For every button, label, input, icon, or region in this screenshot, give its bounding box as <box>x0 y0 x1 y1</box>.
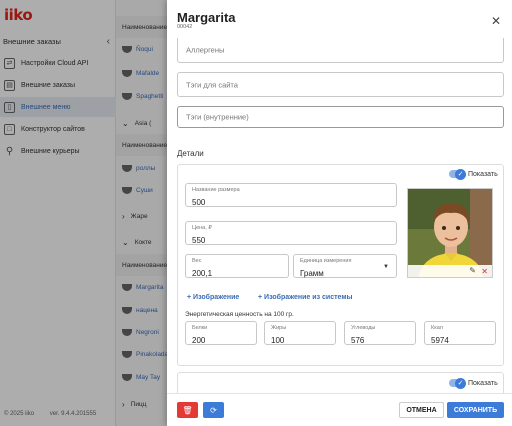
toggle-track: ✓ <box>449 168 466 180</box>
delete-button[interactable]: 🗑 <box>177 402 198 418</box>
unit-select[interactable]: Единица измерения Грамм ▼ <box>293 254 397 278</box>
carbs-field[interactable]: Углеводы 576 <box>344 321 416 345</box>
fat-label: Жиры <box>271 325 287 331</box>
check-icon: ✓ <box>455 168 466 180</box>
close-icon[interactable]: ✕ <box>491 14 501 28</box>
size-name-label: Название размера <box>192 187 240 193</box>
allergens-placeholder: Аллергены <box>186 45 225 55</box>
fat-value: 100 <box>271 336 285 345</box>
weight-value: 200,1 <box>192 269 213 278</box>
show-toggle-2[interactable]: ✓ Показать <box>449 377 498 389</box>
size-name-value: 500 <box>192 198 206 207</box>
carbs-label: Углеводы <box>351 325 376 331</box>
drawer-title: Margarita <box>177 10 236 25</box>
trash-icon: 🗑 <box>182 405 193 415</box>
add-image-button[interactable]: + Изображение <box>187 294 239 301</box>
edit-pencil-icon[interactable]: ✎ <box>469 266 476 275</box>
price-field[interactable]: Цена, ₽ 550 <box>185 221 397 245</box>
weight-label: Вес <box>192 258 202 264</box>
site-tags-field[interactable]: Тэги для сайта <box>177 72 504 97</box>
show-label: Показать <box>468 170 498 178</box>
save-button[interactable]: СОХРАНИТЬ <box>447 402 504 418</box>
allergens-field[interactable]: Аллергены <box>177 38 504 63</box>
toggle-track: ✓ <box>449 377 466 389</box>
price-label: Цена, ₽ <box>192 225 212 231</box>
drawer-footer: 🗑 ⟳ ОТМЕНА СОХРАНИТЬ <box>167 393 512 426</box>
size-name-field[interactable]: Название размера 500 <box>185 183 397 207</box>
caret-down-icon: ▼ <box>383 264 389 270</box>
check-icon: ✓ <box>455 377 466 389</box>
kcal-value: 5974 <box>431 336 449 345</box>
kcal-label: Ккал <box>431 325 443 331</box>
unit-label: Единица измерения <box>300 258 352 264</box>
delete-x-icon[interactable]: ✕ <box>481 267 488 276</box>
photo-actions <box>408 265 492 277</box>
carbs-value: 576 <box>351 336 365 345</box>
cancel-button[interactable]: ОТМЕНА <box>399 402 444 418</box>
details-title: Детали <box>177 149 204 158</box>
show-toggle[interactable]: ✓ Показать <box>449 168 498 180</box>
refresh-button[interactable]: ⟳ <box>203 402 224 418</box>
add-system-image-button[interactable]: + Изображение из системы <box>258 294 352 301</box>
show-label: Показать <box>468 379 498 387</box>
fat-field[interactable]: Жиры 100 <box>264 321 336 345</box>
protein-field[interactable]: Белки 200 <box>185 321 257 345</box>
internal-tags-field[interactable]: Тэги (внутренние) <box>177 106 504 128</box>
protein-value: 200 <box>192 336 206 345</box>
internal-tags-placeholder: Тэги (внутренние) <box>186 112 249 122</box>
price-value: 550 <box>192 236 206 245</box>
site-tags-placeholder: Тэги для сайта <box>186 80 238 89</box>
refresh-icon: ⟳ <box>210 405 217 415</box>
energy-title: Энергетическая ценность на 100 гр. <box>185 311 294 318</box>
unit-value: Грамм <box>300 269 324 278</box>
drawer-subtitle: 00042 <box>177 24 193 30</box>
item-edit-drawer: Margarita 00042 ✕ Аллергены Тэги для сай… <box>167 0 512 426</box>
protein-label: Белки <box>192 325 208 331</box>
kcal-field[interactable]: Ккал 5974 <box>424 321 496 345</box>
weight-field[interactable]: Вес 200,1 <box>185 254 289 278</box>
item-photo[interactable]: ✎ ✕ <box>407 188 493 278</box>
